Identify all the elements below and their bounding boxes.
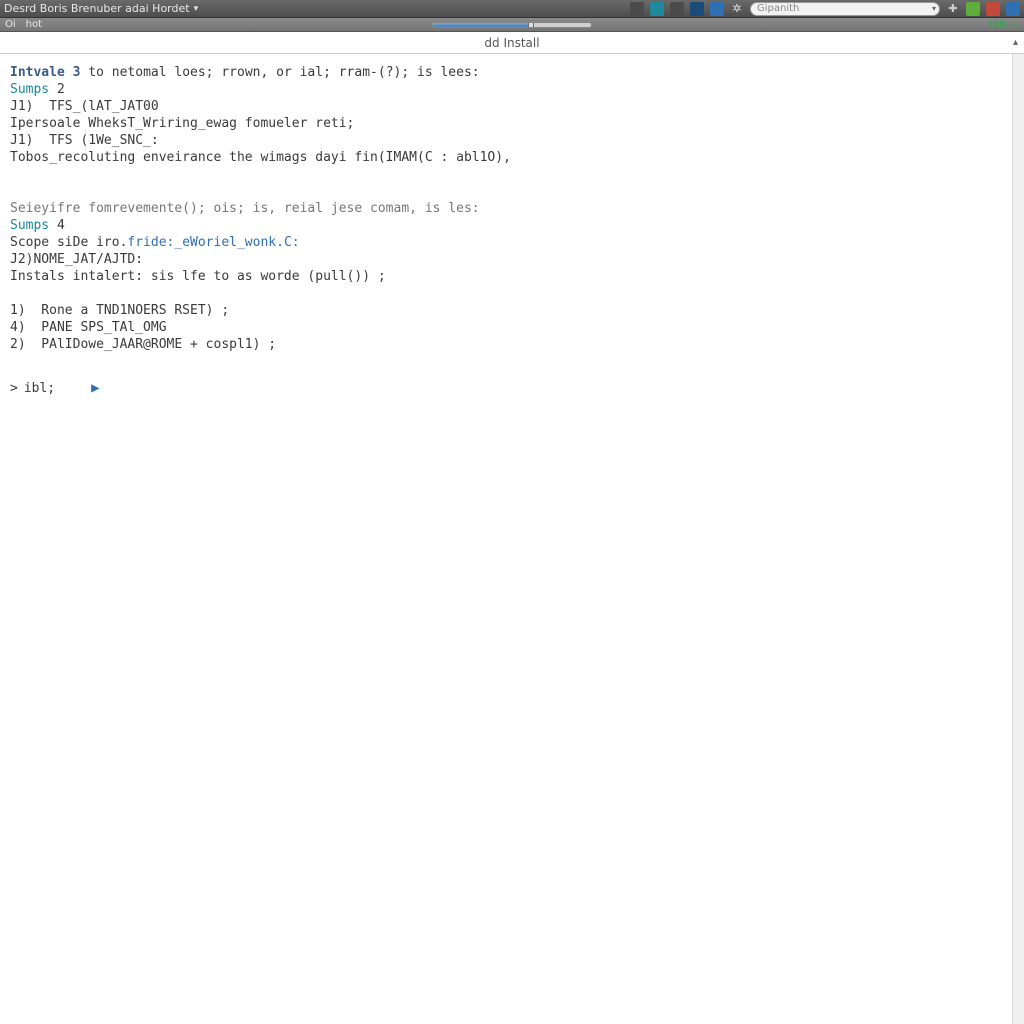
prompt-text: ibl;: [24, 380, 55, 397]
tray-app-icon-3[interactable]: [690, 2, 704, 16]
close-icon[interactable]: [986, 2, 1000, 16]
app-title-menu[interactable]: Desrd Boris Brenuber adai Hordet ▾: [4, 2, 198, 15]
search-placeholder: Gipanith: [757, 3, 799, 14]
chevron-down-icon: ▾: [194, 4, 199, 14]
block2-steps: Sumps 4: [10, 217, 1014, 234]
tab-install[interactable]: dd Install: [484, 36, 539, 50]
block1-line-3: J1) TFS (1We_SNC_:: [10, 132, 1014, 149]
vertical-scrollbar[interactable]: [1012, 54, 1024, 1024]
status-blue-icon[interactable]: [1006, 2, 1020, 16]
toolbar-item-1[interactable]: Oi: [5, 19, 16, 30]
block1-steps: Sumps 2: [10, 81, 1014, 98]
tray-app-icon-2[interactable]: [670, 2, 684, 16]
block2-line-6: 2) PAlIDowe_JAAR@ROME + cospl1) ;: [10, 336, 1014, 353]
block2-header: Seieyifre fomrevemente(); ois; is, reial…: [10, 200, 1014, 217]
slider-knob[interactable]: [528, 22, 534, 28]
blank-3: [10, 285, 1014, 302]
search-input[interactable]: Gipanith ▾: [750, 2, 940, 16]
blank-2: [10, 183, 1014, 200]
block2-line-1: Scope siDe iro.fride:_eWoriel_wonk.C:: [10, 234, 1014, 251]
play-icon[interactable]: ▶: [91, 380, 99, 397]
progress-fill: [433, 23, 528, 27]
status-green-icon[interactable]: [966, 2, 980, 16]
secondary-toolbar: Oi hot 10N —: [0, 18, 1024, 32]
block1-line-2: Ipersoale WheksT_Wriring_ewag fomueler r…: [10, 115, 1014, 132]
tab-bar: dd Install ▴: [0, 32, 1024, 54]
chevron-down-icon: ▾: [932, 4, 936, 13]
blank-4: [10, 353, 1014, 370]
blank-1: [10, 166, 1014, 183]
tray-app-icon-1[interactable]: [630, 2, 644, 16]
terminal-output[interactable]: Intvale 3 to netomal loes; rrown, or ial…: [0, 54, 1024, 1024]
app-title-text: Desrd Boris Brenuber adai Hordet: [4, 2, 190, 15]
block2-line-5: 4) PANE SPS_TAl_OMG: [10, 319, 1014, 336]
prompt-chevron: >: [10, 380, 18, 397]
progress-slider[interactable]: [432, 22, 592, 28]
gear-icon[interactable]: ✲: [730, 2, 744, 16]
toolbar-item-2[interactable]: hot: [26, 19, 42, 30]
collapse-up-icon[interactable]: ▴: [1013, 37, 1018, 48]
block2-line-4: 1) Rone a TND1NOERS RSET) ;: [10, 302, 1014, 319]
system-menubar: Desrd Boris Brenuber adai Hordet ▾ ✲ Gip…: [0, 0, 1024, 18]
block1-line-1: J1) TFS_(lAT_JAT00: [10, 98, 1014, 115]
toolbar-right-text: 10N —: [988, 20, 1018, 30]
block2-line-2: J2)NOME_JAT/AJTD:: [10, 251, 1014, 268]
tray-app-icon-4[interactable]: [710, 2, 724, 16]
block1-line-4: Tobos_recoluting enveirance the wimags d…: [10, 149, 1014, 166]
add-icon[interactable]: ✚: [946, 2, 960, 16]
prompt-line[interactable]: > ibl; ▶: [10, 380, 1014, 397]
globe-icon[interactable]: [650, 2, 664, 16]
block1-header: Intvale 3 to netomal loes; rrown, or ial…: [10, 64, 1014, 81]
system-tray: ✲ Gipanith ▾ ✚: [630, 2, 1020, 16]
block2-line-3: Instals intalert: sis lfe to as worde (p…: [10, 268, 1014, 285]
